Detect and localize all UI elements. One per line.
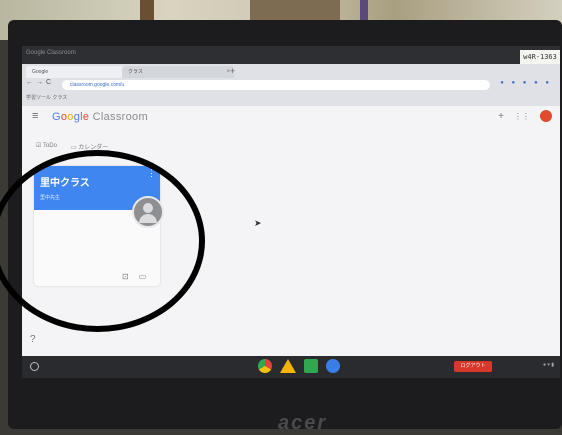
menu-icon[interactable]: ≡ — [32, 110, 38, 122]
annotation-circle — [0, 150, 205, 332]
tab-google[interactable]: Google × — [26, 66, 130, 78]
launcher-icon[interactable] — [30, 362, 39, 371]
google-classroom-logo[interactable]: Google Classroom — [52, 111, 148, 123]
apps-grid-icon[interactable]: ⋮⋮ — [514, 112, 530, 121]
app-dock — [258, 359, 340, 373]
tab-class[interactable]: クラス × — [122, 66, 234, 78]
plus-icon[interactable]: + — [498, 111, 504, 122]
classroom-icon[interactable] — [304, 359, 318, 373]
laptop-brand-logo: acer — [278, 412, 328, 434]
app-header: ≡ Google Classroom + ⋮⋮ — [22, 106, 560, 128]
extension-icons[interactable]: ● ● ● ● ● — [500, 80, 552, 86]
plus-icon[interactable]: + — [230, 66, 235, 76]
tab-label: Google — [32, 69, 49, 75]
system-badge: w4R-1363 — [520, 50, 560, 64]
browser-chrome: Google × クラス × + ←→C classroom.google.co… — [22, 64, 560, 106]
messages-icon[interactable] — [326, 359, 340, 373]
chrome-icon[interactable] — [258, 359, 272, 373]
nav-buttons[interactable]: ←→C — [26, 79, 54, 86]
window-title: Google Classroom — [26, 50, 76, 56]
logout-button[interactable]: ログアウト — [454, 361, 492, 372]
drive-icon[interactable] — [280, 359, 296, 373]
status-tray[interactable]: ● ▾ ▮ — [543, 362, 554, 368]
mouse-cursor: ➤ — [254, 218, 262, 228]
app-header-actions: + ⋮⋮ — [498, 110, 552, 122]
user-avatar[interactable] — [540, 110, 552, 122]
tab-label: クラス — [128, 69, 143, 75]
window-titlebar: Google Classroom — [22, 46, 560, 64]
address-bar[interactable]: classroom.google.com/u — [62, 80, 490, 90]
todo-link[interactable]: ☑ ToDo — [36, 142, 57, 151]
chromeos-shelf: ログアウト ● ▾ ▮ — [22, 356, 560, 378]
bookmarks-bar[interactable]: 学習ツール クラス — [26, 94, 67, 101]
question-circle-icon[interactable]: ? — [30, 334, 36, 345]
